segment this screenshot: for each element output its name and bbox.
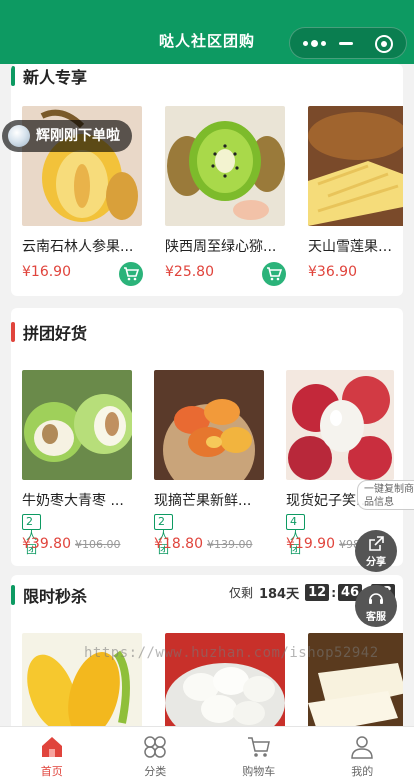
product-price: ¥39.80 ¥106.00 (22, 536, 121, 552)
product-name: 牛奶枣大青枣 ... (22, 493, 124, 509)
bottom-tab-bar: 首页 分类 购物车 我的 (0, 726, 414, 780)
group-size-badge: 2人团 (154, 514, 173, 556)
tab-home[interactable]: 首页 (0, 727, 104, 780)
product-price: ¥18.80 ¥139.00 (154, 536, 253, 552)
tab-category[interactable]: 分类 (104, 727, 208, 780)
countdown-hours: 12 (305, 584, 330, 601)
copy-product-info-button[interactable]: 一键复制商品信息 (357, 480, 414, 510)
product-name: 云南石林人参果... (22, 239, 134, 255)
home-icon (41, 737, 62, 757)
mini-program-capsule[interactable] (289, 27, 407, 59)
minimize-icon[interactable] (339, 42, 353, 45)
original-price: ¥106.00 (75, 538, 121, 551)
app-header: 哒人社区团购 (0, 0, 414, 64)
customer-service-button[interactable]: 客服 (355, 585, 397, 627)
product-image[interactable] (286, 370, 394, 480)
product-image[interactable] (308, 106, 403, 226)
product-price: ¥36.90 (308, 264, 357, 280)
cart-icon (247, 737, 270, 757)
product-name: 现摘芒果新鲜... (154, 493, 252, 509)
product-image[interactable] (154, 370, 264, 480)
share-icon (369, 536, 384, 551)
tab-profile[interactable]: 我的 (311, 727, 414, 780)
section-group-buy: 拼团好货 牛奶枣大青枣 ... 2人团 ¥39.80 ¥106.00 现摘芒果新… (11, 308, 403, 566)
user-icon (351, 736, 374, 759)
product-price: ¥16.90 (22, 264, 71, 280)
watermark: https://www.huzhan.com/ishop52942 (84, 645, 379, 661)
section-new-user: 新人专享 云南石林人参果... ¥16.90 陕西周至绿心猕... ¥25.80… (11, 64, 403, 296)
product-name: 天山雪莲果新鲜 (308, 239, 403, 255)
share-button[interactable]: 分享 (355, 530, 397, 572)
cart-icon (267, 267, 282, 281)
section-title-new-user: 新人专享 (11, 64, 87, 88)
group-size-badge: 4人团 (286, 514, 305, 556)
close-icon[interactable] (375, 35, 393, 53)
cart-icon (124, 267, 139, 281)
section-title-group-buy: 拼团好货 (11, 320, 87, 344)
section-title-flash-sale: 限时秒杀 (11, 583, 87, 607)
product-price: ¥25.80 (165, 264, 214, 280)
avatar (8, 125, 30, 147)
order-toast: 辉刚刚下单啦 (2, 120, 132, 152)
original-price: ¥139.00 (207, 538, 253, 551)
category-icon (144, 736, 166, 758)
countdown-days: 184天 (258, 587, 300, 602)
product-name: 陕西周至绿心猕... (165, 239, 277, 255)
add-to-cart-button[interactable] (119, 262, 143, 286)
headset-icon (369, 593, 383, 604)
product-image[interactable] (165, 106, 285, 226)
more-icon[interactable] (303, 40, 326, 47)
group-size-badge: 2人团 (22, 514, 41, 556)
add-to-cart-button[interactable] (262, 262, 286, 286)
tab-cart[interactable]: 购物车 (207, 727, 311, 780)
product-image[interactable] (22, 370, 132, 480)
